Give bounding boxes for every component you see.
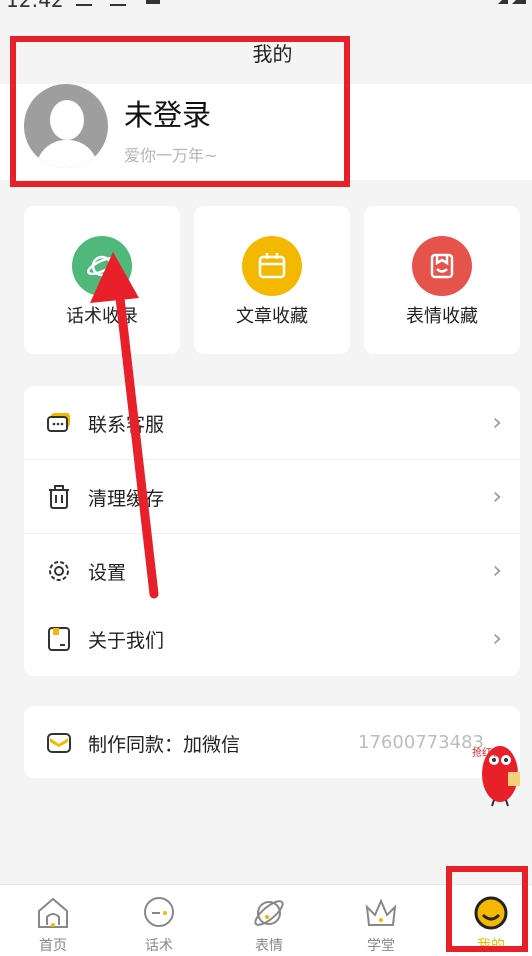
menu-item-contact-service[interactable]: 联系客服 › bbox=[24, 386, 520, 460]
menu-item-about-us[interactable]: 关于我们 › bbox=[24, 602, 520, 676]
card-wenzhang-shoucang[interactable]: 文章收藏 bbox=[194, 206, 350, 354]
chevron-right-icon: › bbox=[492, 624, 502, 652]
card-label: 表情收藏 bbox=[406, 306, 478, 327]
download-icon bbox=[110, 0, 126, 6]
card-huashu-shoulu[interactable]: 话术收录 bbox=[24, 206, 180, 354]
download-icon bbox=[76, 0, 92, 6]
menu-item-label: 联系客服 bbox=[88, 414, 165, 436]
tab-home[interactable]: 首页 bbox=[0, 885, 106, 956]
wechat-contact-row[interactable]: 制作同款：加微信 17600773483 bbox=[24, 706, 520, 778]
card-biaoqing-shoucang[interactable]: 表情收藏 bbox=[364, 206, 520, 354]
red-envelope-mascot-icon[interactable]: 抢红包 bbox=[466, 738, 524, 808]
highlight-box-profile bbox=[10, 36, 350, 187]
status-bar: 12:42 bbox=[0, 0, 532, 12]
notification-icon bbox=[146, 0, 160, 4]
tab-xuetang[interactable]: 学堂 bbox=[328, 885, 434, 956]
promo-label: 制作同款：加微信 bbox=[88, 734, 241, 756]
chevron-right-icon: › bbox=[492, 482, 502, 510]
chevron-right-icon: › bbox=[492, 408, 502, 436]
gear-icon bbox=[49, 561, 69, 581]
chat-icon bbox=[47, 413, 70, 432]
card-label: 文章收藏 bbox=[236, 306, 308, 327]
trash-icon bbox=[49, 485, 69, 509]
mail-icon bbox=[47, 733, 71, 753]
tab-biaoqing[interactable]: 表情 bbox=[216, 885, 322, 956]
tab-label: 学堂 bbox=[367, 938, 395, 954]
highlight-box-tab bbox=[446, 866, 528, 952]
mascot-text: 抢红包 bbox=[472, 746, 502, 759]
info-card-icon bbox=[48, 627, 70, 651]
menu-item-clear-cache[interactable]: 清理缓存 › bbox=[24, 460, 520, 534]
menu-item-settings[interactable]: 设置 › bbox=[24, 534, 520, 608]
menu-item-label: 设置 bbox=[88, 562, 127, 584]
message-icon bbox=[144, 897, 174, 927]
card-label: 话术收录 bbox=[66, 306, 138, 327]
menu-item-label: 关于我们 bbox=[88, 630, 165, 652]
planet-icon bbox=[72, 236, 132, 296]
bookmark-smile-icon bbox=[412, 236, 472, 296]
settings-menu: 联系客服 › 清理缓存 › 设置 › 关于我们 › bbox=[24, 386, 520, 676]
chevron-right-icon: › bbox=[492, 556, 502, 584]
tab-label: 表情 bbox=[255, 938, 283, 954]
calendar-icon bbox=[242, 236, 302, 296]
crown-icon bbox=[365, 898, 397, 926]
tab-huashu[interactable]: 话术 bbox=[106, 885, 212, 956]
tab-label: 话术 bbox=[145, 938, 173, 954]
menu-item-label: 清理缓存 bbox=[88, 488, 165, 510]
planet-icon bbox=[254, 900, 284, 926]
tab-label: 首页 bbox=[39, 938, 67, 954]
home-icon bbox=[38, 897, 68, 928]
signal-icon bbox=[498, 0, 526, 4]
